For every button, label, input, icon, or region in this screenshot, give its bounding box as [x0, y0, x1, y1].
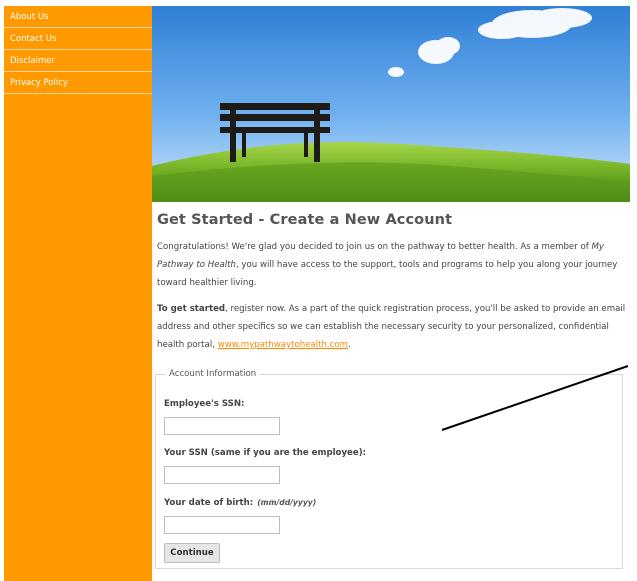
sidebar-item-about-us[interactable]: About Us	[4, 6, 152, 28]
bench-landscape-illustration	[152, 6, 630, 202]
sidebar-item-disclaimer[interactable]: Disclaimer	[4, 50, 152, 72]
portal-link[interactable]: www.mypathwaytohealth.com	[218, 340, 348, 350]
sidebar: About Us Contact Us Disclaimer Privacy P…	[4, 6, 152, 581]
fieldset-legend: Account Information	[166, 368, 260, 381]
employee-ssn-label: Employee's SSN:	[164, 399, 245, 409]
sidebar-nav: About Us Contact Us Disclaimer Privacy P…	[4, 6, 152, 94]
register-end: .	[348, 340, 351, 350]
intro-paragraph: Congratulations! We're glad you decided …	[157, 238, 629, 292]
register-paragraph: To get started, register now. As a part …	[157, 300, 629, 354]
sidebar-item-contact-us[interactable]: Contact Us	[4, 28, 152, 50]
dob-label-text: Your date of birth:	[164, 498, 254, 508]
sidebar-item-privacy-policy[interactable]: Privacy Policy	[4, 72, 152, 94]
date-of-birth-label: Your date of birth: (mm/dd/yyyy)	[164, 498, 316, 508]
your-ssn-label: Your SSN (same if you are the employee):	[164, 448, 367, 458]
hero-image	[152, 6, 630, 202]
account-information-fieldset: Account Information Employee's SSN: Your…	[155, 368, 623, 569]
employee-ssn-input[interactable]	[164, 417, 280, 435]
continue-button[interactable]: Continue	[164, 543, 220, 563]
your-ssn-input[interactable]	[164, 466, 280, 484]
date-of-birth-input[interactable]	[164, 516, 280, 534]
intro-text-before: Congratulations! We're glad you decided …	[157, 242, 592, 252]
main-content: Get Started - Create a New Account Congr…	[157, 210, 629, 354]
page-title: Get Started - Create a New Account	[157, 212, 453, 228]
dob-format-hint: (mm/dd/yyyy)	[257, 498, 317, 507]
register-lead: To get started	[157, 304, 226, 314]
